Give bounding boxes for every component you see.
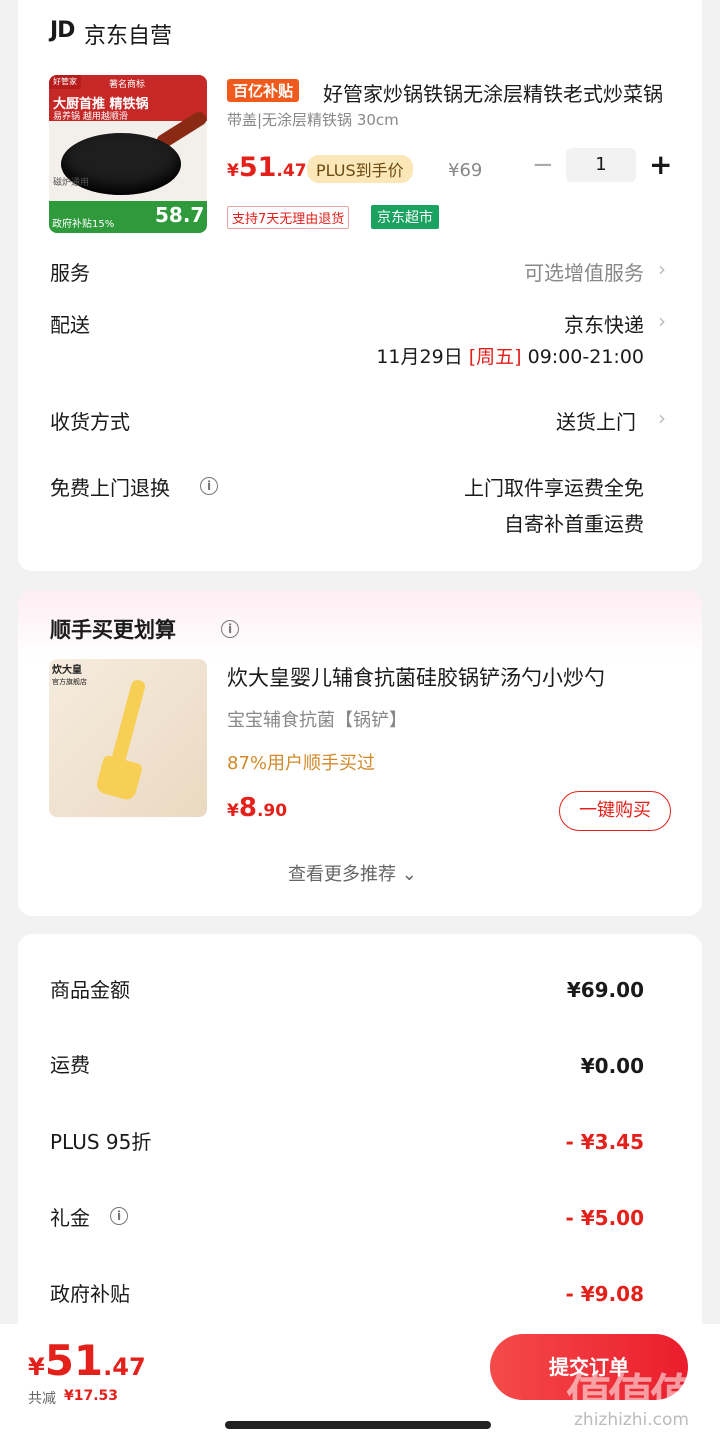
chevron-down-icon: ⌄	[401, 864, 417, 885]
jd-logo: JD	[50, 18, 75, 43]
recommend-card: 顺手买更划算 i 炊大皇 官方旗舰店 炊大皇婴儿辅食抗菌硅胶锅铲汤勺小炒勺 宝宝辅…	[18, 590, 702, 916]
saved-label: 共减	[28, 1391, 56, 1407]
watermark-site: zhizhizhi.com	[574, 1410, 689, 1430]
image-price: 58.7	[155, 203, 205, 227]
fee-label-plus: PLUS 95折	[50, 1130, 152, 1154]
one-click-buy-button[interactable]: 一键购买	[559, 791, 671, 831]
fee-label-shipping: 运费	[50, 1053, 90, 1077]
receive-chevron-icon[interactable]: ›	[658, 406, 666, 430]
fee-value-goods: ¥69.00	[566, 978, 644, 1002]
info-icon[interactable]: i	[200, 477, 218, 495]
receive-method-value[interactable]: 送货上门	[556, 406, 636, 435]
fee-label-gift: 礼金	[50, 1206, 90, 1230]
fee-value-gov: - ¥9.08	[565, 1282, 644, 1306]
delivery-label: 配送	[50, 313, 90, 337]
free-return-line2: 自寄补首重运费	[504, 512, 644, 536]
quantity-input[interactable]: 1	[566, 148, 636, 182]
fee-value-shipping: ¥0.00	[580, 1054, 644, 1078]
free-return-label: 免费上门退换	[50, 476, 170, 500]
subsidy-badge: 百亿补贴	[227, 79, 300, 102]
fee-label-gov: 政府补贴	[50, 1282, 130, 1306]
quantity-decrease-button[interactable]: −	[532, 150, 554, 180]
image-tagline: 易养锅 越用越顺滑	[53, 112, 128, 122]
more-recommend-link[interactable]: 查看更多推荐 ⌄	[288, 860, 417, 886]
home-indicator[interactable]	[225, 1421, 491, 1429]
image-trademark: 著名商标	[109, 80, 146, 90]
plus-price-tag: PLUS到手价	[307, 155, 413, 183]
recommend-info-icon[interactable]: i	[221, 620, 239, 638]
shop-name[interactable]: 京东自营	[84, 18, 172, 50]
recommend-title: 顺手买更划算	[50, 618, 176, 642]
product-price: ¥51.47	[227, 152, 307, 183]
spatula-handle-graphic	[109, 678, 147, 770]
gift-info-icon[interactable]: i	[110, 1207, 128, 1225]
recommend-item-stat: 87%用户顺手买过	[227, 753, 376, 774]
supermarket-tag: 京东超市	[371, 205, 439, 229]
image-stove: 磁炉通用	[53, 178, 90, 188]
recommend-price: ¥8.90	[227, 793, 288, 823]
spatula-head-graphic	[94, 754, 144, 802]
recommend-image-brand: 炊大皇 官方旗舰店	[52, 665, 87, 686]
image-brand: 好管家	[49, 75, 81, 89]
recommend-item-name[interactable]: 炊大皇婴儿辅食抗菌硅胶锅铲汤勺小炒勺	[227, 662, 682, 692]
product-image[interactable]: 好管家 大厨首推 精铁锅 易养锅 越用越顺滑 著名商标 磁炉通用 政府补贴15%…	[49, 75, 207, 233]
fee-label-goods: 商品金额	[50, 978, 130, 1002]
product-spec[interactable]: 带盖|无涂层精铁锅 30cm	[227, 109, 399, 130]
recommend-item-sub: 宝宝辅食抗菌【锅铲】	[227, 710, 407, 731]
quantity-increase-button[interactable]: +	[649, 148, 672, 181]
return-policy-tag: 支持7天无理由退货	[227, 206, 350, 229]
delivery-value[interactable]: 京东快递	[564, 309, 644, 338]
saved-value: ¥17.53	[64, 1388, 119, 1404]
free-return-line1: 上门取件享运费全免	[464, 476, 644, 500]
order-product-card: JD 京东自营 好管家 大厨首推 精铁锅 易养锅 越用越顺滑 著名商标 磁炉通用…	[18, 0, 702, 571]
service-chevron-icon[interactable]: ›	[658, 257, 666, 281]
image-gov-subsidy: 政府补贴15%	[52, 219, 115, 230]
checkout-bar: ¥51.47 共减 ¥17.53 提交订单 值值值 zhizhizhi.com	[0, 1324, 720, 1440]
total-price: ¥51.47	[28, 1336, 146, 1385]
original-price: ¥69	[448, 160, 483, 181]
service-value[interactable]: 可选增值服务	[524, 257, 644, 286]
fee-value-gift: - ¥5.00	[565, 1206, 644, 1230]
receive-method-label: 收货方式	[50, 410, 130, 434]
service-label: 服务	[50, 261, 90, 285]
recommend-image[interactable]: 炊大皇 官方旗舰店	[49, 659, 207, 817]
delivery-chevron-icon[interactable]: ›	[658, 309, 666, 333]
fee-value-plus: - ¥3.45	[565, 1130, 644, 1154]
product-title[interactable]: 好管家炒锅铁锅无涂层精铁老式炒菜锅	[323, 78, 678, 107]
fee-summary-card: 商品金额 ¥69.00 运费 ¥0.00 PLUS 95折 - ¥3.45 礼金…	[18, 934, 702, 1354]
delivery-time[interactable]: 11月29日 [周五] 09:00-21:00	[376, 342, 644, 369]
